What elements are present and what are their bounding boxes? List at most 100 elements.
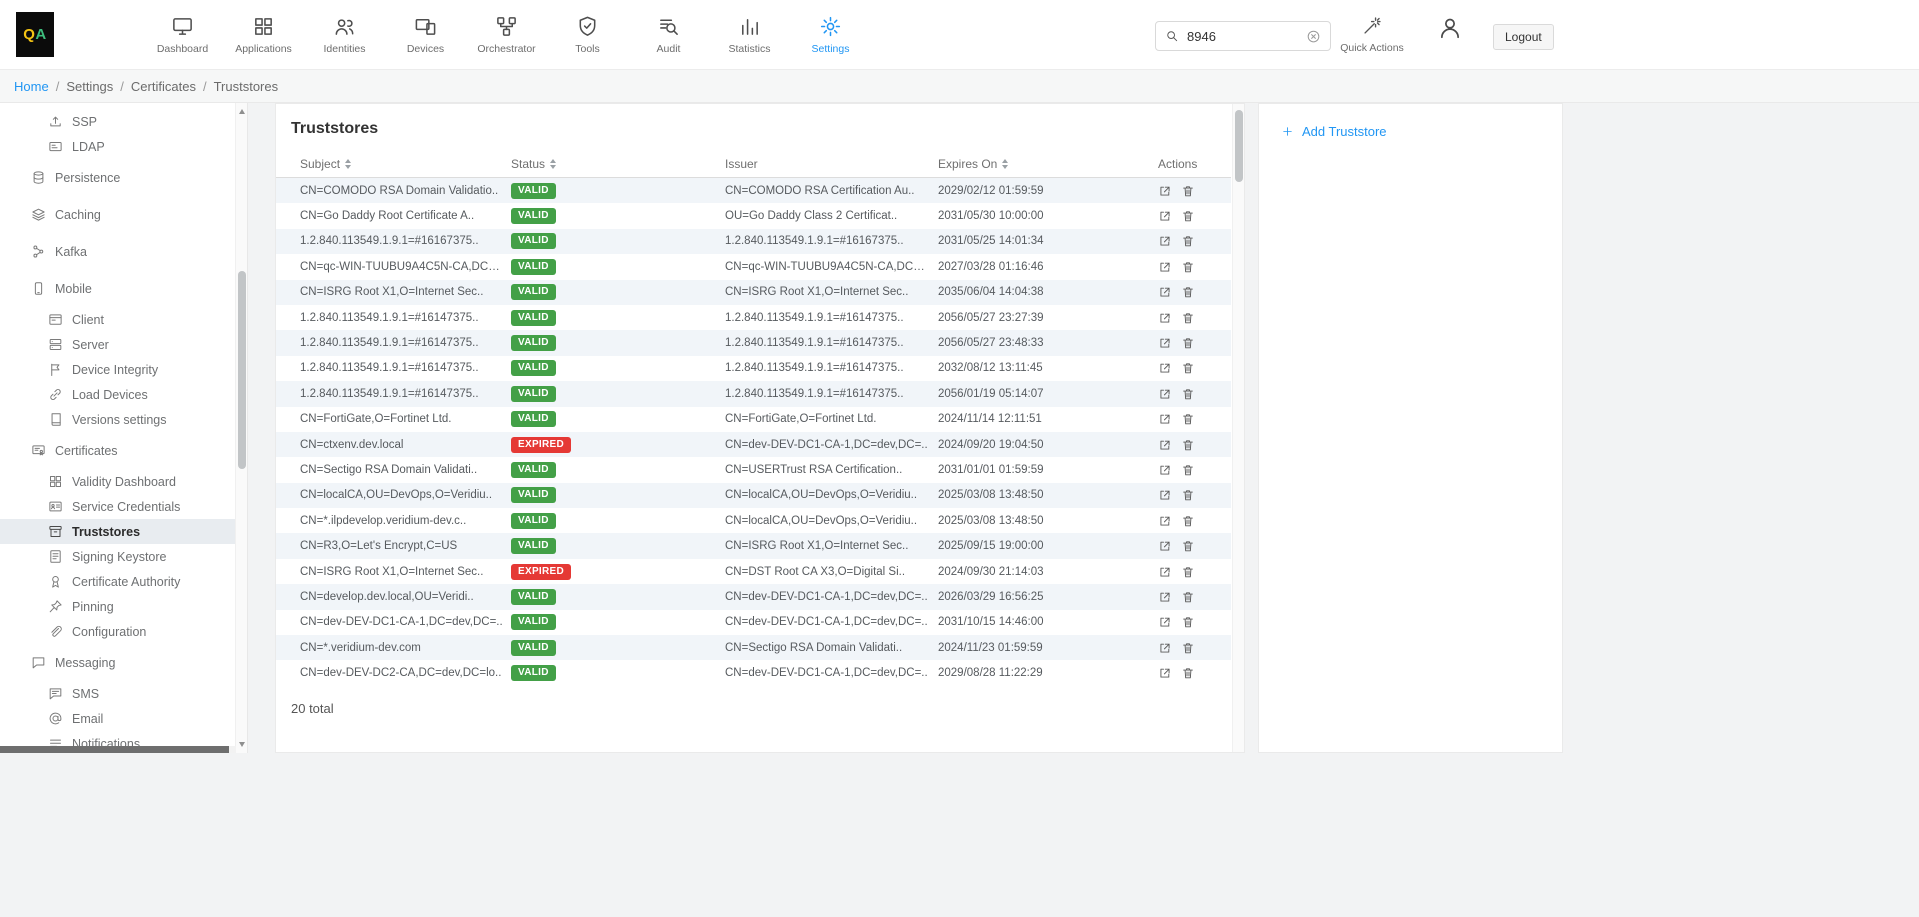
- nav-item-applications[interactable]: Applications: [223, 15, 304, 55]
- delete-icon[interactable]: [1181, 539, 1195, 553]
- export-icon[interactable]: [1158, 184, 1172, 198]
- sidebar-item-client[interactable]: Client: [0, 307, 236, 332]
- delete-icon[interactable]: [1181, 463, 1195, 477]
- nav-item-settings[interactable]: Settings: [790, 15, 871, 55]
- cell-status: EXPIRED: [511, 564, 725, 580]
- export-icon[interactable]: [1158, 285, 1172, 299]
- sidebar-item-configuration[interactable]: Configuration: [0, 619, 236, 644]
- add-truststore-button[interactable]: Add Truststore: [1281, 124, 1562, 139]
- export-icon[interactable]: [1158, 260, 1172, 274]
- cell-actions: [1158, 260, 1231, 274]
- export-icon[interactable]: [1158, 387, 1172, 401]
- signing-keystore-icon: [48, 549, 63, 564]
- sidebar-item-pinning[interactable]: Pinning: [0, 594, 236, 619]
- logout-button[interactable]: Logout: [1493, 24, 1554, 50]
- sidebar-item-signing-keystore[interactable]: Signing Keystore: [0, 544, 236, 569]
- export-icon[interactable]: [1158, 615, 1172, 629]
- delete-icon[interactable]: [1181, 514, 1195, 528]
- delete-icon[interactable]: [1181, 488, 1195, 502]
- export-icon[interactable]: [1158, 539, 1172, 553]
- export-icon[interactable]: [1158, 438, 1172, 452]
- main-vertical-scrollbar[interactable]: [1232, 104, 1244, 752]
- breadcrumb-truststores[interactable]: Truststores: [214, 79, 279, 94]
- user-icon[interactable]: [1437, 15, 1463, 41]
- delete-icon[interactable]: [1181, 387, 1195, 401]
- export-icon[interactable]: [1158, 311, 1172, 325]
- export-icon[interactable]: [1158, 412, 1172, 426]
- cell-status: VALID: [511, 614, 725, 630]
- search-input[interactable]: [1187, 29, 1306, 44]
- export-icon[interactable]: [1158, 488, 1172, 502]
- export-icon[interactable]: [1158, 209, 1172, 223]
- cell-expires: 2024/11/23 01:59:59: [938, 642, 1158, 654]
- delete-icon[interactable]: [1181, 336, 1195, 350]
- nav-item-statistics[interactable]: Statistics: [709, 15, 790, 55]
- delete-icon[interactable]: [1181, 361, 1195, 375]
- breadcrumb-home[interactable]: Home: [14, 79, 49, 94]
- delete-icon[interactable]: [1181, 260, 1195, 274]
- sidebar-item-service-credentials[interactable]: Service Credentials: [0, 494, 236, 519]
- sidebar-item-ssp[interactable]: SSP: [0, 109, 236, 134]
- sidebar-horizontal-scrollbar[interactable]: [0, 746, 236, 753]
- delete-icon[interactable]: [1181, 234, 1195, 248]
- sidebar-item-server[interactable]: Server: [0, 332, 236, 357]
- sidebar-item-load-devices[interactable]: Load Devices: [0, 382, 236, 407]
- breadcrumb-certificates[interactable]: Certificates: [131, 79, 196, 94]
- main-scrollbar-thumb[interactable]: [1235, 110, 1243, 182]
- export-icon[interactable]: [1158, 590, 1172, 604]
- export-icon[interactable]: [1158, 514, 1172, 528]
- sidebar-hscrollbar-thumb[interactable]: [0, 746, 229, 753]
- nav-item-identities[interactable]: Identities: [304, 15, 385, 55]
- column-header-expires-on[interactable]: Expires On: [938, 157, 1158, 171]
- export-icon[interactable]: [1158, 666, 1172, 680]
- delete-icon[interactable]: [1181, 666, 1195, 680]
- sidebar-item-certificates[interactable]: Certificates: [0, 432, 236, 469]
- sidebar-item-mobile[interactable]: Mobile: [0, 270, 236, 307]
- delete-icon[interactable]: [1181, 311, 1195, 325]
- delete-icon[interactable]: [1181, 209, 1195, 223]
- sidebar-item-kafka[interactable]: Kafka: [0, 233, 236, 270]
- export-icon[interactable]: [1158, 641, 1172, 655]
- sidebar-item-caching[interactable]: Caching: [0, 196, 236, 233]
- breadcrumb-settings[interactable]: Settings: [66, 79, 113, 94]
- sidebar-item-sms[interactable]: SMS: [0, 681, 236, 706]
- delete-icon[interactable]: [1181, 438, 1195, 452]
- sidebar-item-email[interactable]: Email: [0, 706, 236, 731]
- nav-item-dashboard[interactable]: Dashboard: [142, 15, 223, 55]
- sidebar-item-device-integrity[interactable]: Device Integrity: [0, 357, 236, 382]
- app-logo[interactable]: QA: [16, 12, 54, 57]
- nav-item-devices[interactable]: Devices: [385, 15, 466, 55]
- export-icon[interactable]: [1158, 234, 1172, 248]
- column-header-subject[interactable]: Subject: [300, 157, 511, 171]
- column-header-status[interactable]: Status: [511, 157, 725, 171]
- search-box[interactable]: [1155, 21, 1331, 51]
- scroll-up-arrow-icon[interactable]: [239, 109, 245, 114]
- delete-icon[interactable]: [1181, 641, 1195, 655]
- delete-icon[interactable]: [1181, 412, 1195, 426]
- delete-icon[interactable]: [1181, 615, 1195, 629]
- nav-item-tools[interactable]: Tools: [547, 15, 628, 55]
- sidebar-item-versions-settings[interactable]: Versions settings: [0, 407, 236, 432]
- scroll-down-arrow-icon[interactable]: [239, 742, 245, 747]
- export-icon[interactable]: [1158, 565, 1172, 579]
- delete-icon[interactable]: [1181, 565, 1195, 579]
- delete-icon[interactable]: [1181, 285, 1195, 299]
- export-icon[interactable]: [1158, 336, 1172, 350]
- clear-search-icon[interactable]: [1306, 29, 1321, 44]
- delete-icon[interactable]: [1181, 590, 1195, 604]
- nav-item-audit[interactable]: Audit: [628, 15, 709, 55]
- sidebar-item-validity-dashboard[interactable]: Validity Dashboard: [0, 469, 236, 494]
- cell-subject: CN=dev-DEV-DC2-CA,DC=dev,DC=lo..: [300, 667, 511, 679]
- sidebar-scrollbar-thumb[interactable]: [238, 271, 246, 469]
- export-icon[interactable]: [1158, 361, 1172, 375]
- nav-item-orchestrator[interactable]: Orchestrator: [466, 15, 547, 55]
- sidebar-item-certificate-authority[interactable]: Certificate Authority: [0, 569, 236, 594]
- sidebar-item-messaging[interactable]: Messaging: [0, 644, 236, 681]
- sidebar-vertical-scrollbar[interactable]: [235, 103, 247, 753]
- export-icon[interactable]: [1158, 463, 1172, 477]
- sidebar-item-persistence[interactable]: Persistence: [0, 159, 236, 196]
- sidebar-item-ldap[interactable]: LDAP: [0, 134, 236, 159]
- sidebar-item-truststores[interactable]: Truststores: [0, 519, 236, 544]
- delete-icon[interactable]: [1181, 184, 1195, 198]
- quick-actions-button[interactable]: Quick Actions: [1332, 15, 1412, 54]
